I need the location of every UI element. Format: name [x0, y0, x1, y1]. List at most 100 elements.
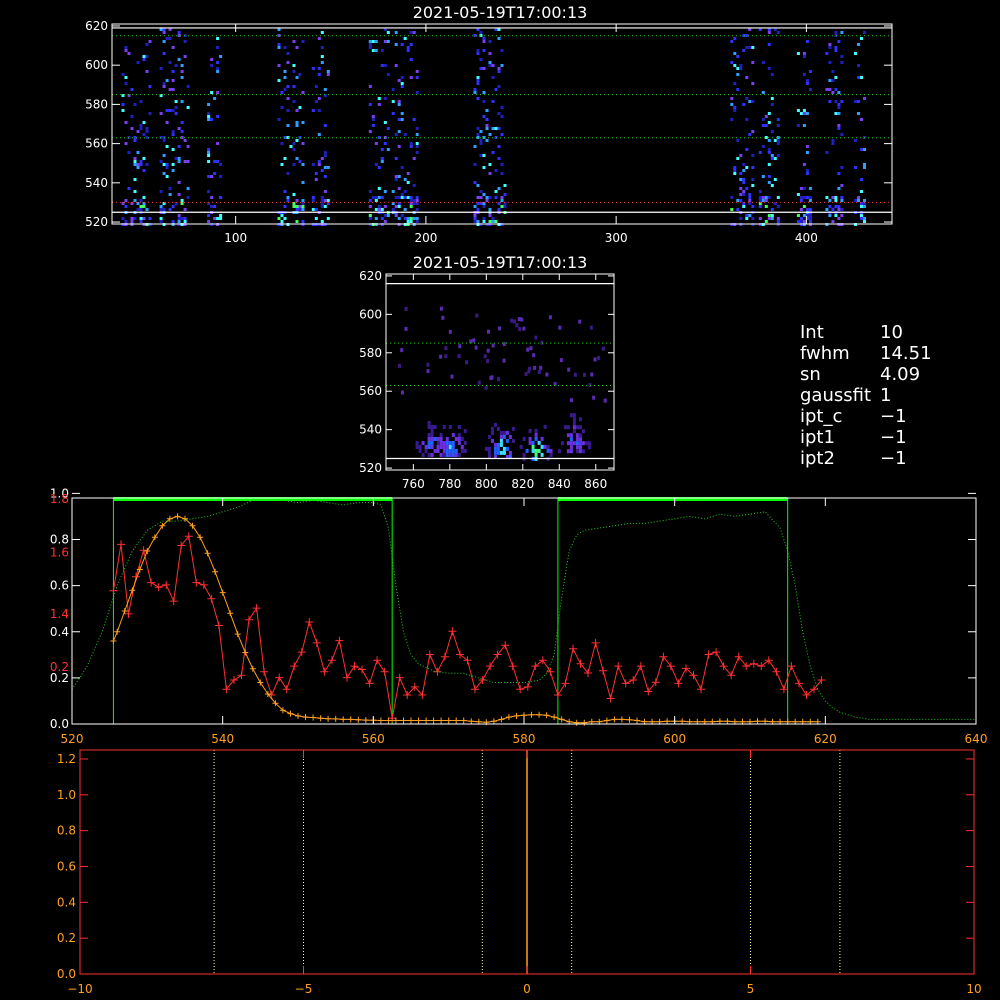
heatmap-cell	[488, 172, 492, 175]
heatmap-cell	[165, 175, 169, 178]
heatmap-cell	[403, 217, 407, 220]
heatmap-cell	[298, 73, 302, 76]
heatmap-cell	[320, 55, 324, 58]
heatmap-cell	[549, 452, 553, 457]
heatmap-cell	[558, 325, 562, 330]
heatmap-cell	[840, 133, 844, 136]
heatmap-cell	[751, 46, 755, 49]
red-data-point	[538, 656, 547, 665]
heatmap-cell	[326, 199, 330, 202]
heatmap-cell	[534, 448, 538, 453]
heatmap-cell	[430, 433, 434, 437]
heatmap-cell	[162, 31, 166, 34]
heatmap-cell	[277, 79, 281, 82]
param-key: fwhm	[800, 343, 850, 364]
heatmap-cell	[770, 73, 774, 76]
heatmap-cell	[415, 142, 419, 145]
heatmap-cell	[165, 166, 169, 169]
heatmap-cell	[485, 199, 489, 202]
heatmap-cell	[479, 130, 483, 133]
orange-data-point	[151, 534, 158, 541]
fit-parameters: Int 10 fwhm 14.51 sn 4.09 gaussfit 1 ipt_c −1…	[800, 322, 932, 469]
heatmap-cell	[776, 31, 780, 34]
heatmap-cell	[430, 441, 434, 445]
heatmap-cell	[448, 329, 452, 334]
heatmap-cell	[295, 208, 299, 211]
heatmap-cell	[165, 145, 169, 148]
red-data-point	[365, 679, 374, 688]
heatmap-cell	[575, 449, 579, 454]
heatmap-cell	[409, 205, 413, 208]
top-spectrogram-frame	[111, 23, 893, 225]
heatmap-cell	[733, 169, 737, 172]
heatmap-cell	[183, 217, 187, 220]
heatmap-cell	[415, 70, 419, 73]
heatmap-cell	[533, 365, 537, 370]
orange-data-point	[490, 718, 497, 725]
param-key: ipt2	[800, 448, 835, 469]
heatmap-cell	[828, 79, 832, 82]
heatmap-cell	[216, 46, 220, 49]
orange-data-point	[460, 717, 467, 724]
heatmap-cell	[142, 157, 146, 160]
heatmap-cell	[412, 157, 416, 160]
heatmap-cell	[162, 85, 166, 88]
orange-data-point	[204, 550, 211, 557]
y-tick-label: 0.0	[50, 717, 69, 731]
heatmap-cell	[499, 438, 503, 443]
heatmap-cell	[207, 115, 211, 118]
red-data-point	[523, 682, 532, 691]
heatmap-cell	[476, 82, 480, 85]
heatmap-cell	[383, 220, 387, 223]
heatmap-cell	[522, 452, 526, 457]
heatmap-cell	[581, 441, 585, 446]
heatmap-cell	[485, 109, 489, 112]
heatmap-cell	[409, 220, 413, 223]
heatmap-cell	[805, 169, 809, 172]
heatmap-cell	[751, 178, 755, 181]
heatmap-cell	[739, 187, 743, 190]
heatmap-cell	[764, 196, 768, 199]
heatmap-cell	[171, 220, 175, 223]
heatmap-cell	[808, 196, 812, 199]
heatmap-cell	[314, 178, 318, 181]
heatmap-cell	[796, 109, 800, 112]
heatmap-cell	[283, 70, 287, 73]
heatmap-cell	[457, 441, 461, 445]
heatmap-cell	[503, 193, 507, 196]
heatmap-cell	[162, 172, 166, 175]
heatmap-cell	[482, 217, 486, 220]
heatmap-cell	[412, 184, 416, 187]
heatmap-cell	[560, 441, 564, 446]
heatmap-cell	[301, 205, 305, 208]
heatmap-cell	[739, 217, 743, 220]
heatmap-cell	[286, 61, 290, 64]
orange-data-point	[144, 548, 151, 554]
heatmap-cell	[186, 106, 190, 109]
heatmap-cell	[863, 163, 866, 166]
param-row-fwhm: fwhm 14.51	[800, 343, 932, 364]
orange-data-point	[453, 717, 460, 724]
heatmap-cell	[488, 61, 492, 64]
heatmap-cell	[531, 440, 535, 445]
heatmap-cell	[207, 220, 211, 223]
heatmap-cell	[770, 217, 774, 220]
heatmap-cell	[500, 205, 504, 208]
heatmap-cell	[400, 196, 404, 199]
heatmap-cell	[528, 436, 532, 441]
heatmap-cell	[409, 217, 413, 220]
heatmap-cell	[569, 398, 573, 403]
heatmap-cell	[436, 449, 440, 453]
heatmap-cell	[442, 445, 446, 449]
heatmap-cell	[216, 142, 220, 145]
heatmap-cell	[430, 429, 434, 433]
red-data-point	[380, 667, 389, 676]
heatmap-cell	[380, 148, 384, 151]
heatmap-cell	[484, 446, 488, 451]
heatmap-cell	[802, 112, 806, 115]
heatmap-cell	[473, 145, 477, 148]
heatmap-cell	[748, 196, 752, 199]
x-tick-label: 600	[663, 732, 686, 746]
heatmap-cell	[454, 437, 458, 441]
x-tick-label: 800	[475, 477, 498, 491]
